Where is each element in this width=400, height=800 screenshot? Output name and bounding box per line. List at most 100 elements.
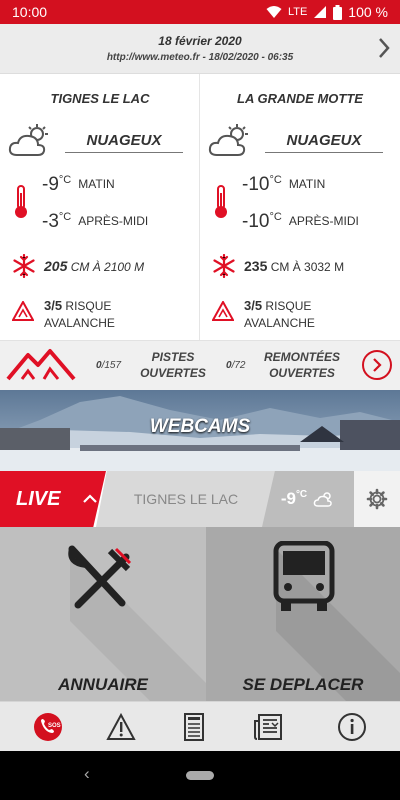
home-pill[interactable] [186,771,214,780]
tab-directory[interactable] [176,709,212,745]
live-temp-unit: °C [295,489,308,500]
temp-morning-value: -9 [42,174,59,195]
cloudy-sun-icon [8,124,48,156]
gear-icon [366,488,388,510]
temp-afternoon: -10°C APRÈS-MIDI [242,211,359,233]
risk-label: AVALANCHE [44,316,115,330]
live-temperature: -9°C [262,471,354,527]
directory-icon [184,713,204,741]
warning-icon [106,713,136,740]
station-name: LA GRANDE MOTTE [237,91,363,106]
temp-afternoon: -3°C APRÈS-MIDI [42,211,148,233]
morning-label: MATIN [288,177,326,191]
signal-icon [314,6,327,18]
afternoon-label: APRÈS-MIDI [288,214,359,228]
lifts-count: 0/72 [226,360,245,371]
risk-value: 3/5 [44,298,63,313]
risk-label: AVALANCHE [244,316,315,330]
wifi-icon [266,6,282,18]
bus-icon [273,541,335,611]
forecast-date: 18 février 2020 [158,34,242,48]
live-bar[interactable]: LIVE TIGNES LE LAC -9°C [0,471,400,527]
avalanche-risk-icon [12,301,34,321]
cutlery-icon [68,545,132,609]
temp-morning: -9°C MATIN [42,174,115,196]
snowflake-icon [13,254,35,278]
temp-afternoon-value: -10 [242,211,270,232]
status-bar: 10:00 LTE 100 % [0,0,400,24]
webcams-banner[interactable]: WEBCAMS [0,390,400,471]
lifts-label: REMONTÉES OUVERTES [262,349,342,381]
risk-word: RISQUE [265,299,312,313]
pistes-label-1: PISTES [151,350,195,364]
thermometer-icon [215,185,227,218]
live-temp-value: -9 [280,489,296,508]
status-time: 10:00 [12,4,48,20]
morning-label: MATIN [78,177,115,191]
mountain-logo [6,349,76,381]
temp-afternoon-value: -3 [42,211,59,232]
live-station-selector[interactable]: TIGNES LE LAC [96,471,276,527]
temp-unit: °C [58,174,72,186]
station-name: TIGNES LE LAC [50,91,150,106]
station-column: TIGNES LE LAC NUAGEUX -9°C MATIN -3°C APRÈ… [0,74,200,340]
cloudy-sun-icon [313,492,332,507]
snow-depth: 235 CM À 3032 M [244,258,344,274]
newspaper-icon [254,714,282,740]
temp-morning: -10°C MATIN [242,174,325,196]
settings-button[interactable] [354,471,400,527]
snowflake-icon [213,254,235,278]
pistes-label-2: OUVERTES [140,366,206,380]
info-icon [338,713,366,741]
pistes-total: /157 [101,360,122,371]
avalanche-risk-icon [212,301,234,321]
slopes-details-button[interactable] [362,350,392,380]
tab-info[interactable] [334,709,370,745]
sos-phone-icon: SOS [34,713,62,741]
chevron-up-icon [83,494,98,503]
temp-unit: °C [269,211,282,223]
snow-text: CM À 2100 M [70,260,145,274]
snow-value: 205 [44,258,68,274]
status-icons: LTE 100 % [266,4,388,20]
slopes-bar[interactable]: 0/157 PISTES OUVERTES 0/72 REMONTÉES OUVER… [0,340,400,390]
lifts-total: /72 [231,360,246,371]
snow-value: 235 [244,258,268,274]
risk-word: RISQUE [65,299,112,313]
network-label: LTE [287,6,308,18]
snow-depth: 205 CM À 2100 M [44,258,144,274]
temp-unit: °C [58,211,72,223]
tab-sos[interactable]: SOS [30,709,66,745]
sos-text: SOS [48,723,61,729]
pistes-label: PISTES OUVERTES [140,349,206,381]
avalanche-risk: 3/5 RISQUE AVALANCHE [44,297,115,332]
lifts-label-1: REMONTÉES [263,350,340,364]
chevron-right-icon [373,358,382,372]
system-nav-bar: ‹ [0,751,400,800]
tab-alerts[interactable] [103,709,139,745]
back-icon[interactable]: ‹ [84,764,90,784]
snow-text: CM À 3032 M [270,260,345,274]
live-toggle[interactable]: LIVE [0,471,106,527]
forecast-header[interactable]: 18 février 2020 http://www.meteo.fr - 18… [0,24,400,74]
thermometer-icon [15,185,27,218]
pistes-count: 0/157 [96,360,121,371]
webcams-label: WEBCAMS [149,416,251,437]
battery-level: 100 % [348,4,388,20]
annuaire-tile[interactable]: ANNUAIRE [0,527,206,701]
temp-morning-value: -10 [242,174,270,195]
chevron-right-icon[interactable] [376,36,392,60]
forecast-source: http://www.meteo.fr - 18/02/2020 - 06:35 [106,52,294,63]
bottom-tab-bar: SOS [0,701,400,751]
risk-value: 3/5 [244,298,263,313]
temp-unit: °C [269,174,282,186]
avalanche-risk: 3/5 RISQUE AVALANCHE [244,297,315,332]
tab-news[interactable] [250,709,286,745]
lifts-label-2: OUVERTES [269,366,335,380]
stations-panel: TIGNES LE LAC NUAGEUX -9°C MATIN -3°C APRÈ… [0,74,400,340]
se-deplacer-tile[interactable]: SE DEPLACER [206,527,400,701]
weather-condition: NUAGEUX [265,132,383,153]
feature-tiles: ANNUAIRE SE DEPLACER [0,527,400,701]
afternoon-label: APRÈS-MIDI [78,214,149,228]
se-deplacer-label: SE DEPLACER [242,675,364,694]
